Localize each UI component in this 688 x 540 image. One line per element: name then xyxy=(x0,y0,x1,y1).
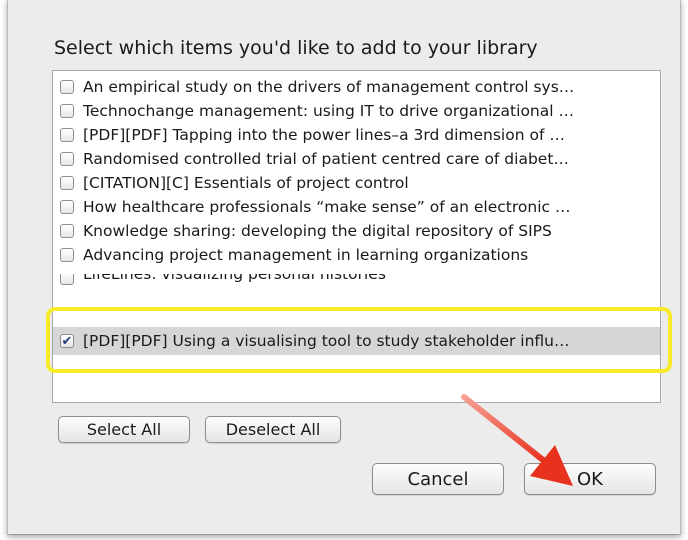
list-item[interactable]: Randomised controlled trial of patient c… xyxy=(53,147,660,171)
list-item[interactable]: Advancing project management in learning… xyxy=(53,243,660,267)
item-checkbox[interactable] xyxy=(60,200,74,214)
item-label: Technochange management: using IT to dri… xyxy=(83,102,574,120)
add-to-library-dialog: Select which items you'd like to add to … xyxy=(7,0,681,535)
cancel-button[interactable]: Cancel xyxy=(372,463,504,495)
item-label: [PDF][PDF] Tapping into the power lines–… xyxy=(83,126,565,144)
list-item[interactable]: [PDF][PDF] Tapping into the power lines–… xyxy=(53,123,660,147)
deselect-all-button[interactable]: Deselect All xyxy=(205,416,341,443)
item-label: An empirical study on the drivers of man… xyxy=(83,78,575,96)
item-label: Knowledge sharing: developing the digita… xyxy=(83,222,552,240)
list-item[interactable]: How healthcare professionals “make sense… xyxy=(53,195,660,219)
item-checkbox[interactable] xyxy=(60,104,74,118)
item-checkbox[interactable] xyxy=(60,152,74,166)
item-checkbox-checked[interactable]: ✔ xyxy=(60,334,74,348)
item-checkbox[interactable] xyxy=(60,248,74,262)
dialog-prompt: Select which items you'd like to add to … xyxy=(54,37,538,59)
item-checkbox[interactable] xyxy=(60,176,74,190)
items-list[interactable]: An empirical study on the drivers of man… xyxy=(52,70,661,403)
item-checkbox[interactable] xyxy=(60,274,74,285)
select-all-button[interactable]: Select All xyxy=(58,416,190,443)
list-item[interactable]: Knowledge sharing: developing the digita… xyxy=(53,219,660,243)
list-item[interactable]: Technochange management: using IT to dri… xyxy=(53,99,660,123)
item-label: Randomised controlled trial of patient c… xyxy=(83,150,569,168)
list-item[interactable]: LifeLines: visualizing personal historie… xyxy=(53,274,660,286)
item-checkbox[interactable] xyxy=(60,128,74,142)
item-checkbox[interactable] xyxy=(60,80,74,94)
item-label: [CITATION][C] Essentials of project cont… xyxy=(83,174,409,192)
list-item[interactable]: [CITATION][C] Essentials of project cont… xyxy=(53,171,660,195)
item-label: Advancing project management in learning… xyxy=(83,246,529,264)
ok-button[interactable]: OK xyxy=(524,463,656,495)
item-label: LifeLines: visualizing personal historie… xyxy=(83,274,386,283)
list-item-selected[interactable]: ✔ [PDF][PDF] Using a visualising tool to… xyxy=(53,327,660,355)
item-label: [PDF][PDF] Using a visualising tool to s… xyxy=(83,332,570,350)
item-checkbox[interactable] xyxy=(60,224,74,238)
list-item[interactable]: An empirical study on the drivers of man… xyxy=(53,75,660,99)
item-label: How healthcare professionals “make sense… xyxy=(83,198,571,216)
